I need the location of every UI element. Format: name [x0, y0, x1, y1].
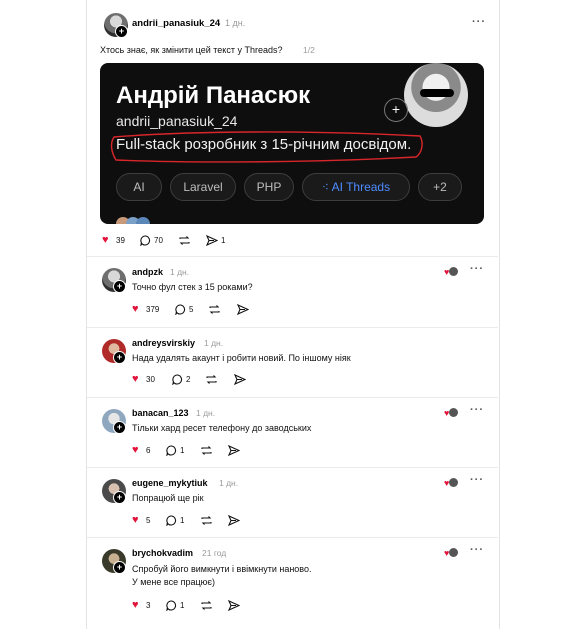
divider	[87, 397, 498, 398]
more-options-icon[interactable]: ···	[470, 263, 484, 275]
repost-icon[interactable]	[178, 235, 191, 246]
comment-icon[interactable]	[166, 445, 177, 456]
reply-text: Нада удалять акаунт і робити новий. По і…	[132, 353, 351, 363]
comment-icon[interactable]	[140, 235, 151, 246]
follow-plus-icon[interactable]: +	[113, 561, 126, 574]
follow-plus-icon[interactable]: +	[115, 25, 128, 38]
comment-count: 2	[186, 375, 191, 384]
like-filled-icon[interactable]: ♥	[132, 373, 139, 385]
reply-time: 1 дн.	[170, 267, 190, 277]
divider	[87, 256, 498, 257]
share-icon[interactable]	[234, 374, 246, 385]
post-time: 1 дн.	[225, 18, 246, 28]
more-options-icon[interactable]: ···	[470, 404, 484, 416]
more-options-icon[interactable]: ···	[470, 474, 484, 486]
reply-username[interactable]: brychokvadim	[132, 548, 193, 558]
comment-count: 1	[180, 516, 185, 525]
like-count: 30	[146, 375, 155, 384]
card-footer-avatars	[116, 217, 162, 224]
card-add-icon: +	[384, 98, 408, 122]
repost-icon[interactable]	[200, 445, 213, 456]
comment-count: 5	[189, 305, 194, 314]
follow-plus-icon[interactable]: +	[113, 491, 126, 504]
share-icon[interactable]	[228, 600, 240, 611]
repost-icon[interactable]	[205, 374, 218, 385]
author-liked-icon: ♥	[444, 267, 459, 277]
post-text: Хтось знає, як змінити цей текст у Threa…	[100, 45, 283, 55]
reply-time: 21 год	[202, 548, 227, 558]
reply-text-line2: У мене все працює)	[132, 577, 215, 587]
repost-icon[interactable]	[200, 600, 213, 611]
like-filled-icon[interactable]: ♥	[132, 444, 139, 456]
post-username[interactable]: andrii_panasiuk_24	[132, 18, 220, 29]
reply-time: 1 дн.	[219, 478, 239, 488]
share-icon[interactable]	[228, 515, 240, 526]
profile-card-image[interactable]: Андрій Панасюк andrii_panasiuk_24 Full-s…	[100, 63, 484, 224]
comment-count: 1	[180, 446, 185, 455]
tag-ai-threads-label: AI Threads	[331, 180, 391, 194]
reply-username[interactable]: eugene_mykytiuk	[132, 478, 208, 488]
like-count: 5	[146, 516, 151, 525]
repost-icon[interactable]	[208, 304, 221, 315]
page-indicator: 1/2	[303, 45, 315, 55]
divider	[87, 327, 498, 328]
sunglasses-graphic	[420, 89, 454, 97]
like-count: 3	[146, 601, 151, 610]
share-icon[interactable]	[228, 445, 240, 456]
share-count: 1	[221, 236, 226, 245]
card-name: Андрій Панасюк	[116, 82, 311, 109]
repost-icon[interactable]	[200, 515, 213, 526]
divider	[87, 537, 498, 538]
reply-text: Тільки хард ресет телефону до заводських	[132, 423, 312, 433]
like-filled-icon[interactable]: ♥	[132, 514, 139, 526]
comment-icon[interactable]	[172, 374, 183, 385]
reply-time: 1 дн.	[196, 408, 216, 418]
like-filled-icon[interactable]: ♥	[132, 303, 139, 315]
comment-icon[interactable]	[166, 515, 177, 526]
tag-ai-threads: ⁖ AI Threads	[302, 173, 410, 201]
follow-plus-icon[interactable]: +	[113, 351, 126, 364]
highlight-outline	[110, 131, 423, 163]
like-filled-icon[interactable]: ♥	[132, 599, 139, 611]
comment-icon[interactable]	[166, 600, 177, 611]
tag-laravel: Laravel	[170, 173, 236, 201]
more-options-icon[interactable]: ···	[470, 544, 484, 556]
share-icon[interactable]	[237, 304, 249, 315]
follow-plus-icon[interactable]: +	[113, 280, 126, 293]
comment-icon[interactable]	[175, 304, 186, 315]
tag-more: +2	[418, 173, 462, 201]
reply-username[interactable]: andpzk	[132, 267, 163, 277]
reply-time: 1 дн.	[204, 338, 224, 348]
like-count: 6	[146, 446, 151, 455]
reply-text: Точно фул стек з 15 роками?	[132, 282, 253, 292]
author-liked-icon: ♥	[444, 408, 459, 418]
reply-text: Попрацюй ще рік	[132, 493, 204, 503]
tag-ai: AI	[116, 173, 162, 201]
follow-plus-icon[interactable]: +	[113, 421, 126, 434]
reply-username[interactable]: banacan_123	[132, 408, 189, 418]
reply-username[interactable]: andreysvirskiy	[132, 338, 195, 348]
comment-count: 70	[154, 236, 163, 245]
reply-text-line1: Спробуй його вимкнути і ввімкнути наново…	[132, 564, 312, 574]
comment-count: 1	[180, 601, 185, 610]
more-options-icon[interactable]: ···	[472, 16, 486, 28]
like-count: 39	[116, 236, 125, 245]
like-count: 379	[146, 305, 160, 314]
divider	[87, 467, 498, 468]
share-icon[interactable]	[206, 235, 218, 246]
author-liked-icon: ♥	[444, 478, 459, 488]
threads-dots-icon: ⁖	[321, 180, 332, 194]
like-filled-icon[interactable]: ♥	[102, 234, 109, 246]
author-liked-icon: ♥	[444, 548, 459, 558]
tag-php: PHP	[244, 173, 294, 201]
